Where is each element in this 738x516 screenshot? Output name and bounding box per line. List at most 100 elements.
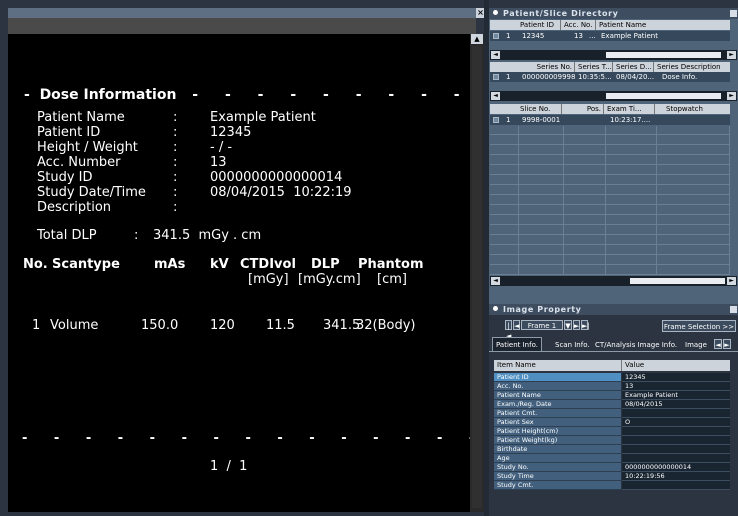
scroll-left-icon[interactable]: ◄	[491, 277, 500, 285]
item-value: 0000000000000014	[622, 463, 730, 472]
tab-scroll-left-icon[interactable]: ◄	[714, 339, 722, 349]
first-frame-icon[interactable]: |◄	[505, 320, 512, 340]
tab-patient-info[interactable]: Patient Info.	[492, 337, 542, 351]
item-name: Study Cmt.	[494, 481, 621, 490]
list-item[interactable]: 1 9998-0001 10:23:17....	[490, 115, 730, 125]
header-patient-id[interactable]: Patient ID	[518, 20, 561, 30]
row-checkbox[interactable]	[493, 74, 499, 80]
tab-ct-analysis[interactable]: CT/Analysis Image Info.	[592, 338, 680, 352]
scroll-thumb[interactable]	[630, 278, 725, 284]
item-value	[622, 454, 730, 463]
item-name: Study Time	[494, 472, 621, 481]
row-phantom: 32(Body)	[356, 318, 416, 333]
series-date: 08/04/20...	[616, 73, 655, 81]
table-row[interactable]: Study No. 0000000000000014	[494, 463, 730, 472]
report-scroll-thumb[interactable]	[472, 46, 482, 508]
report-heading: Dose Information	[39, 87, 177, 103]
minimize-icon[interactable]	[730, 306, 737, 313]
scroll-right-icon[interactable]: ►	[727, 277, 736, 285]
table-row[interactable]: Study Time 10:22:19:56	[494, 472, 730, 481]
last-frame-icon[interactable]: ►|	[581, 320, 590, 330]
item-name: Patient Height(cm)	[494, 427, 621, 436]
header-series-no[interactable]: Series No.	[518, 62, 575, 72]
col-scantype: Scantype	[52, 257, 120, 272]
minimize-icon[interactable]	[730, 10, 737, 17]
field-label: Description	[37, 200, 112, 215]
table-row[interactable]: Patient Height(cm)	[494, 427, 730, 436]
tab-scan-info[interactable]: Scan Info.	[552, 338, 593, 352]
field-sep: :	[173, 140, 178, 155]
empty-row	[490, 146, 730, 155]
panel-dot-icon	[493, 10, 498, 15]
item-name: Age	[494, 454, 621, 463]
patient-header: Patient ID Acc. No. Patient Name	[490, 20, 730, 30]
table-row[interactable]: Patient Weight(kg)	[494, 436, 730, 445]
table-row[interactable]: Patient Name Example Patient	[494, 391, 730, 400]
header-acc-no[interactable]: Acc. No.	[562, 20, 596, 30]
scroll-right-icon[interactable]: ►	[727, 51, 736, 59]
scroll-left-icon[interactable]: ◄	[491, 51, 500, 59]
table-row[interactable]: Patient Cmt.	[494, 409, 730, 418]
frame-select[interactable]: Frame 1	[521, 320, 563, 330]
row-kv: 120	[210, 318, 235, 333]
table-row[interactable]: Age	[494, 454, 730, 463]
header-series-description[interactable]: Series Description	[655, 62, 730, 72]
patient-hscroll[interactable]: ◄ ►	[490, 50, 737, 60]
dose-report: - Dose Information - - - - - - - - - - -…	[8, 34, 470, 512]
patient-acc-more: ...	[589, 32, 596, 40]
total-dlp-sep: :	[134, 228, 139, 243]
empty-row	[490, 226, 730, 235]
header-stopwatch[interactable]: Stopwatch	[656, 104, 730, 114]
field-value: 12345	[210, 125, 252, 140]
header-item-name: Item Name	[497, 361, 536, 369]
header-patient-name[interactable]: Patient Name	[597, 20, 730, 30]
table-row[interactable]: Birthdate	[494, 445, 730, 454]
empty-row	[490, 186, 730, 195]
header-slice-no[interactable]: Slice No.	[518, 104, 562, 114]
item-name: Patient Weight(kg)	[494, 436, 621, 445]
frame-selection-button[interactable]: Frame Selection >>	[662, 320, 736, 332]
col-ctdivol: CTDIvol	[240, 257, 296, 272]
series-no: 000000009998	[522, 73, 576, 81]
chevron-down-icon[interactable]: ▼	[564, 320, 572, 330]
item-value	[622, 445, 730, 454]
scroll-up-icon[interactable]: ▲	[471, 34, 483, 44]
table-row[interactable]: Acc. No. 13	[494, 382, 730, 391]
header-exam-time[interactable]: Exam Ti...	[605, 104, 655, 114]
prev-frame-icon[interactable]: ◄	[513, 320, 520, 330]
table-row[interactable]: Patient Sex O	[494, 418, 730, 427]
slice-hscroll[interactable]: ◄ ►	[490, 276, 737, 286]
patient-name: Example Patient	[601, 32, 658, 40]
series-header: Series No. Series T... Series D... Serie…	[490, 62, 730, 72]
scroll-right-icon[interactable]: ►	[727, 92, 736, 100]
header-pos[interactable]: Pos.	[563, 104, 604, 114]
next-frame-icon[interactable]: ►	[573, 320, 580, 330]
grid-line	[605, 126, 606, 275]
header-series-time[interactable]: Series T...	[576, 62, 613, 72]
col-phantom: Phantom	[358, 257, 424, 272]
empty-row	[490, 136, 730, 145]
directory-title: Patient/Slice Directory	[503, 9, 619, 18]
row-checkbox[interactable]	[493, 117, 499, 123]
grid-line	[656, 126, 657, 275]
item-value: Example Patient	[622, 391, 730, 400]
tab-scroll-right-icon[interactable]: ►	[723, 339, 731, 349]
row-num: 1	[506, 116, 511, 124]
table-row[interactable]: Patient ID 12345	[494, 373, 730, 382]
table-row[interactable]: Study Cmt.	[494, 481, 730, 490]
scroll-thumb[interactable]	[606, 93, 721, 99]
list-item[interactable]: 1 000000009998 10:35:5... 08/04/20... Do…	[490, 72, 730, 82]
series-hscroll[interactable]: ◄ ►	[490, 91, 737, 101]
item-value: O	[622, 418, 730, 427]
table-row[interactable]: Exam./Reg. Date 08/04/2015	[494, 400, 730, 409]
scroll-left-icon[interactable]: ◄	[491, 92, 500, 100]
list-item[interactable]: 1 12345 13 ... Example Patient	[490, 31, 730, 41]
row-checkbox[interactable]	[493, 33, 499, 39]
field-sep: :	[173, 185, 178, 200]
header-divider	[621, 360, 622, 371]
col-no: No.	[23, 257, 48, 272]
scroll-thumb[interactable]	[606, 52, 721, 58]
header-series-date[interactable]: Series D...	[614, 62, 654, 72]
empty-row	[490, 156, 730, 165]
tab-image[interactable]: Image	[682, 338, 710, 352]
